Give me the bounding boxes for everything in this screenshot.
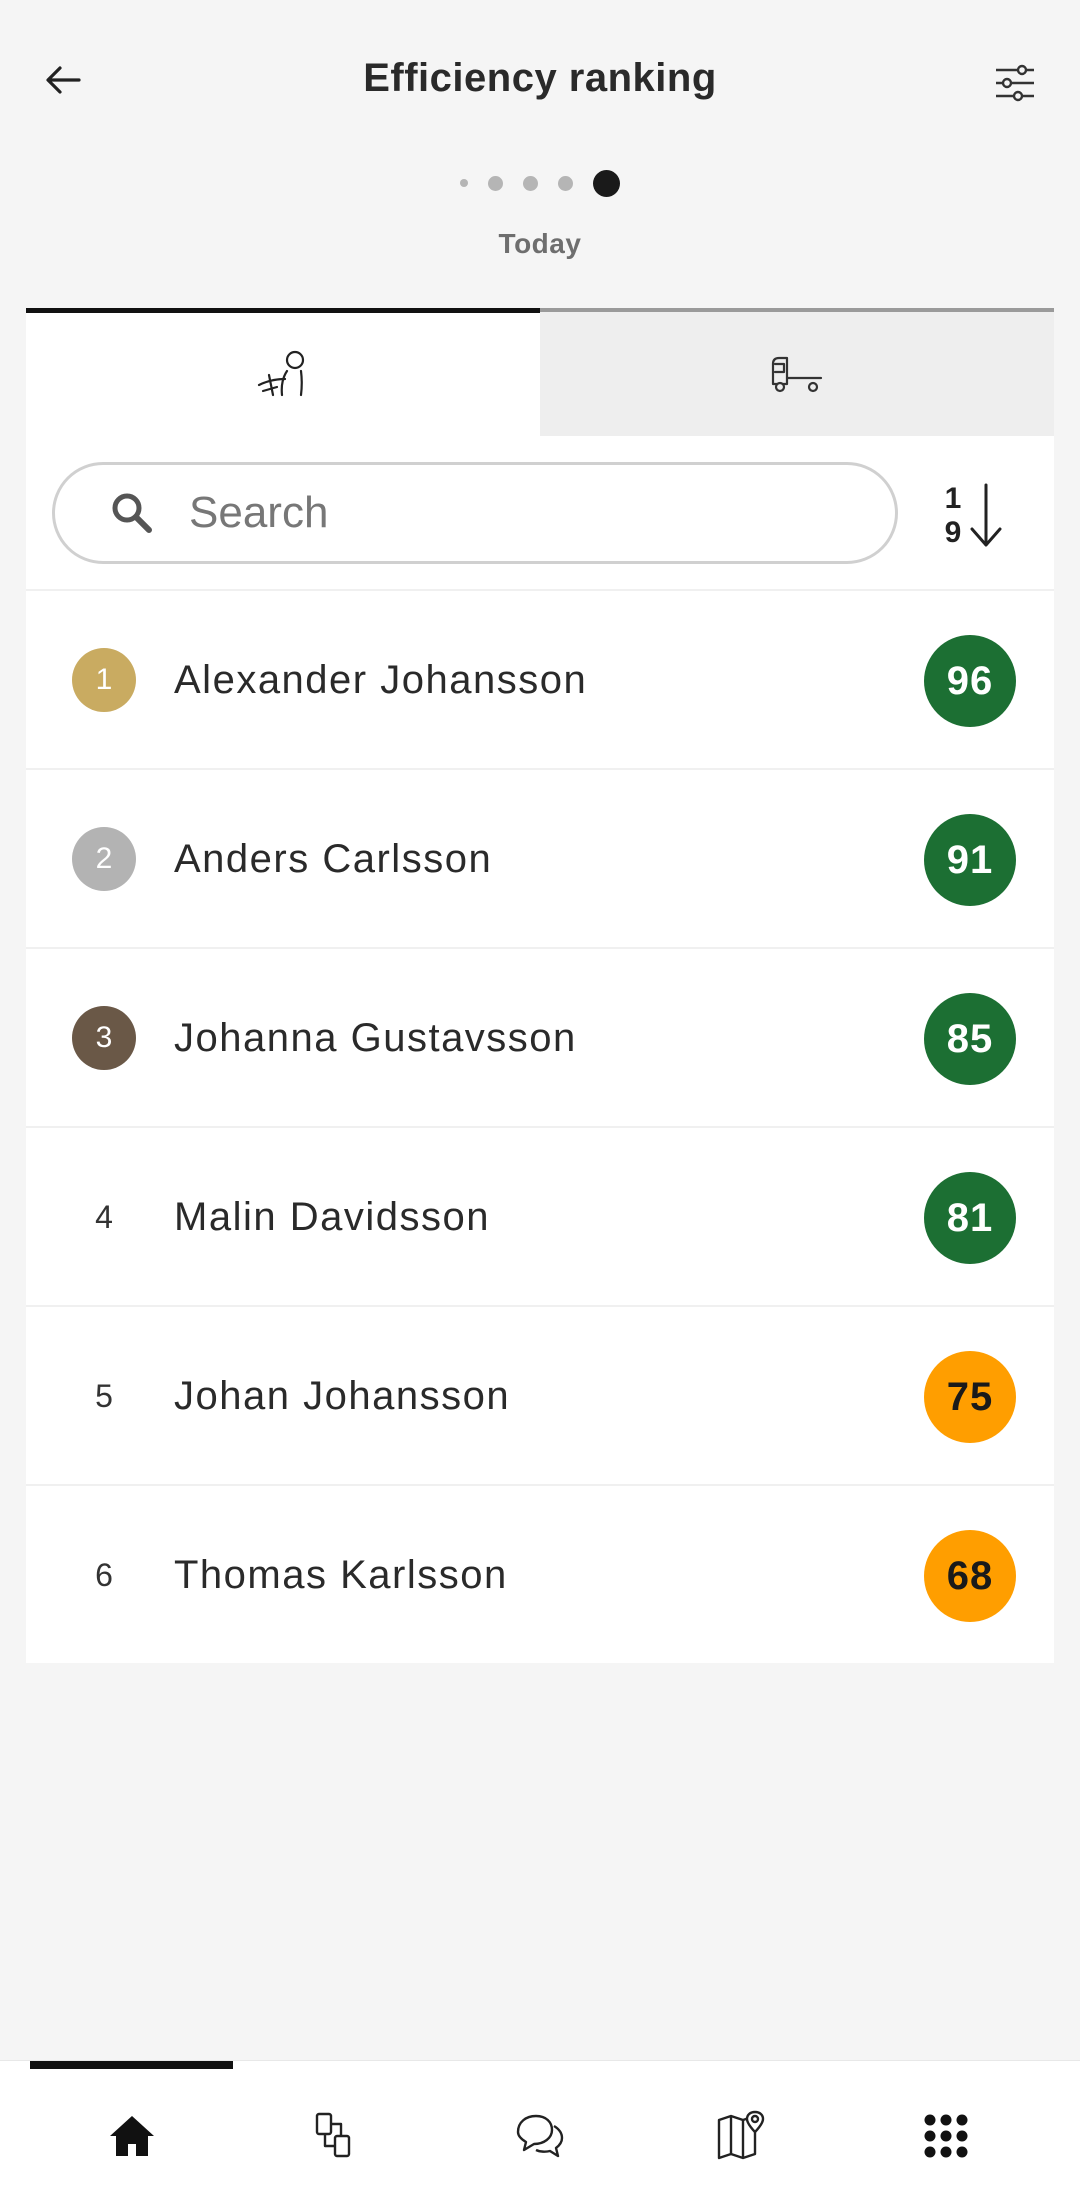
chat-icon — [516, 2114, 564, 2158]
driver-icon — [257, 350, 305, 396]
ranking-row[interactable]: 3 Johanna Gustavsson 85 — [26, 949, 1054, 1128]
page-dot[interactable] — [460, 179, 468, 187]
sort-bottom: 9 — [944, 516, 962, 549]
sort-top: 1 — [944, 482, 962, 515]
ranking-list: 1 9 1Alexander Johansson962Anders Carlss… — [26, 436, 1054, 1663]
rank-medal: 1 — [72, 648, 136, 712]
sliders-icon — [996, 64, 1034, 102]
driver-name: Malin Davidsson — [174, 1195, 490, 1239]
nav-home[interactable] — [97, 2101, 167, 2171]
score-badge: 85 — [924, 993, 1016, 1085]
ranking-row[interactable]: 4 Malin Davidsson 81 — [26, 1128, 1054, 1307]
rank-medal: 2 — [72, 827, 136, 891]
search-icon — [109, 488, 159, 538]
score-badge: 75 — [924, 1351, 1016, 1443]
sort-button[interactable]: 1 9 — [940, 476, 1020, 556]
score-badge: 91 — [924, 814, 1016, 906]
search-input[interactable] — [189, 488, 789, 538]
home-icon — [110, 2116, 154, 2156]
bottom-navigation — [0, 2060, 1080, 2204]
ranking-row[interactable]: 1 Alexander Johansson 96 — [26, 591, 1054, 770]
score-badge: 96 — [924, 635, 1016, 727]
tab-vehicles[interactable] — [540, 308, 1054, 436]
nav-apps[interactable] — [911, 2101, 981, 2171]
sort-order-label: 1 9 — [940, 482, 966, 550]
filter-button[interactable] — [990, 58, 1040, 108]
score-badge: 81 — [924, 1172, 1016, 1264]
page-title: Efficiency ranking — [363, 56, 717, 100]
search-row: 1 9 — [26, 436, 1054, 591]
nav-active-indicator — [30, 2061, 233, 2069]
ranking-row[interactable]: 2 Anders Carlsson 91 — [26, 770, 1054, 949]
page-dot[interactable] — [558, 175, 573, 191]
nav-messages[interactable] — [503, 2101, 573, 2171]
ranking-row[interactable]: 5 Johan Johansson 75 — [26, 1307, 1054, 1486]
ranking-rows: 1 Alexander Johansson 96 2 Anders Carlsson 91… — [26, 591, 1054, 1665]
tab-drivers[interactable] — [26, 308, 540, 436]
driver-name: Johan Johansson — [174, 1374, 511, 1418]
nav-map[interactable] — [706, 2101, 776, 2171]
rank-medal: 3 — [72, 1006, 136, 1070]
score-badge: 68 — [924, 1530, 1016, 1622]
driver-name: Alexander Johansson — [174, 658, 588, 702]
rank-number: 6 — [95, 1556, 113, 1593]
period-label: Today — [498, 228, 582, 259]
page-indicator[interactable] — [0, 168, 1080, 198]
page-dot[interactable] — [488, 175, 503, 191]
page-dot-active[interactable] — [593, 169, 620, 197]
search-box[interactable] — [52, 462, 898, 564]
driver-name: Thomas Karlsson — [174, 1553, 508, 1597]
ranking-row[interactable]: 6 Thomas Karlsson 68 — [26, 1486, 1054, 1665]
driver-name: Anders Carlsson — [174, 837, 493, 881]
app-header: Efficiency ranking — [0, 0, 1080, 165]
ranking-tabs — [26, 308, 1054, 436]
rank-number: 5 — [95, 1377, 113, 1414]
apps-grid-icon — [924, 2114, 968, 2158]
documents-icon — [315, 2112, 351, 2158]
map-icon — [717, 2110, 765, 2160]
truck-icon — [771, 356, 823, 393]
page-dot[interactable] — [523, 175, 538, 191]
driver-name: Johanna Gustavsson — [174, 1016, 577, 1060]
nav-documents[interactable] — [300, 2101, 370, 2171]
arrow-down-icon — [970, 483, 1002, 547]
rank-number: 4 — [95, 1198, 113, 1235]
